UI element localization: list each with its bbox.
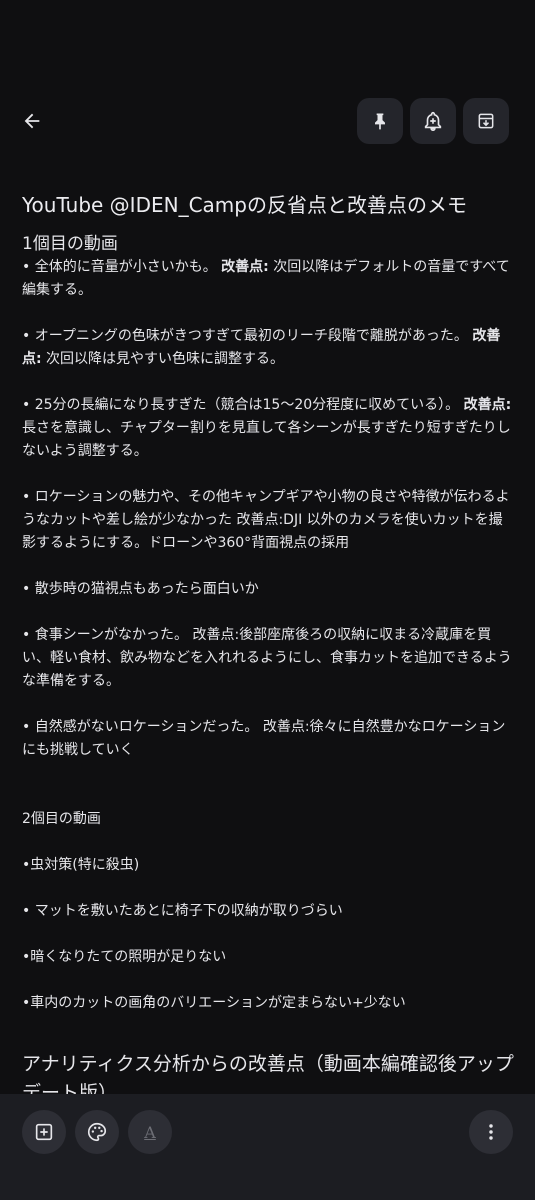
bell-plus-icon	[424, 111, 442, 131]
more-vert-icon	[489, 1124, 493, 1140]
pin-icon	[375, 113, 385, 130]
color-palette-button[interactable]	[75, 1110, 119, 1154]
pin-button[interactable]	[357, 98, 403, 144]
section-heading: アナリティクス分析からの改善点（動画本編確認後アップデート版）	[22, 1053, 514, 1096]
add-content-button[interactable]	[22, 1110, 66, 1154]
list-item: • 25分の長編になり長すぎた（競合は15〜20分程度に収めている）。 改善点:…	[22, 397, 512, 459]
list-item: •虫対策(特に殺虫)	[22, 857, 140, 873]
list-item: • 散歩時の猫視点もあったら面白いか	[22, 581, 259, 597]
reminder-button[interactable]	[410, 98, 456, 144]
note-body[interactable]: YouTube @IDEN_Campの反省点と改善点のメモ 1個目の動画 • 全…	[22, 190, 514, 1096]
bottom-action-bar: A	[0, 1094, 535, 1200]
arrow-left-icon	[24, 113, 40, 129]
list-item: • マットを敷いたあとに椅子下の収納が取りづらい	[22, 903, 343, 919]
list-item: • 自然感がないロケーションだった。 改善点:徐々に自然豊かなロケーションにも挑…	[22, 719, 506, 758]
note-toolbar	[0, 98, 535, 144]
section-heading: 1個目の動画	[22, 234, 118, 254]
note-title[interactable]: YouTube @IDEN_Campの反省点と改善点のメモ	[22, 190, 514, 220]
archive-icon	[478, 113, 494, 129]
list-item: • オープニングの色味がきつすぎて最初のリーチ段階で離脱があった。 改善点: 次…	[22, 328, 501, 367]
list-item: •車内のカットの画角のバリエーションが定まらない+少ない	[22, 995, 406, 1011]
archive-button[interactable]	[463, 98, 509, 144]
text-format-icon: A	[144, 1122, 156, 1142]
back-button[interactable]	[12, 98, 52, 144]
list-item: • 食事シーンがなかった。 改善点:後部座席後ろの収納に収まる冷蔵庫を買い、軽い…	[22, 627, 512, 689]
section-heading: 2個目の動画	[22, 811, 101, 827]
list-item: • 全体的に音量が小さいかも。 改善点: 次回以降はデフォルトの音量ですべて編集…	[22, 259, 510, 298]
list-item: •暗くなりたての照明が足りない	[22, 949, 227, 965]
more-options-button[interactable]	[469, 1110, 513, 1154]
palette-icon	[88, 1122, 107, 1142]
add-box-icon	[35, 1123, 53, 1141]
list-item: • ロケーションの魅力や、その他キャンプギアや小物の良さや特徴が伝わるようなカッ…	[22, 489, 510, 551]
text-format-button[interactable]: A	[128, 1110, 172, 1154]
